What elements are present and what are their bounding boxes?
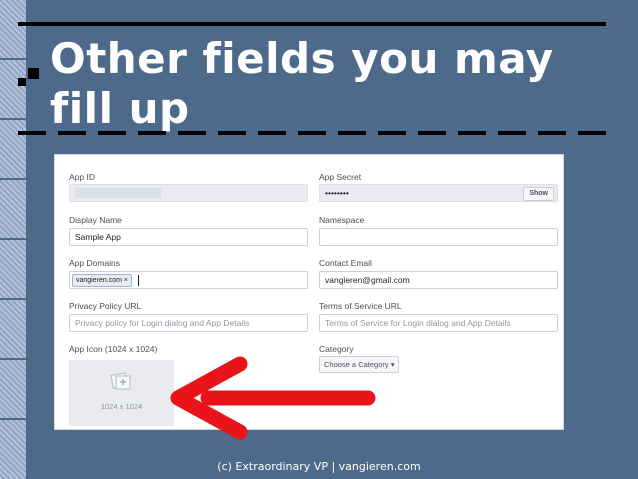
app-secret-value: •••••••• [325, 188, 349, 198]
top-rule [18, 22, 606, 26]
app-icon-label: App Icon (1024 x 1024) [69, 344, 158, 354]
dashed-rule [18, 131, 606, 135]
app-domains-input[interactable]: vangieren.com × [69, 271, 308, 289]
strip-divider [0, 298, 26, 300]
app-icon-size-text: 1024 x 1024 [100, 402, 143, 411]
privacy-policy-placeholder: Privacy policy for Login dialog and App … [75, 318, 250, 328]
title-bullet-square-small [18, 78, 26, 86]
app-icon-dropzone[interactable]: 1024 x 1024 [69, 360, 174, 426]
contact-email-label: Contact Email [319, 258, 372, 268]
app-secret-label: App Secret [319, 172, 362, 182]
strip-divider [0, 418, 26, 420]
strip-divider [0, 178, 26, 180]
terms-of-service-placeholder: Terms of Service for Login dialog and Ap… [325, 318, 511, 328]
privacy-policy-label: Privacy Policy URL [69, 301, 142, 311]
app-id-label: App ID [69, 172, 95, 182]
strip-divider [0, 358, 26, 360]
app-domains-label: App Domains [69, 258, 121, 268]
red-arrow-annotation [170, 356, 376, 440]
privacy-policy-input[interactable]: Privacy policy for Login dialog and App … [69, 314, 308, 332]
display-name-label: Display Name [69, 215, 122, 225]
strip-divider [0, 58, 26, 60]
slide-title: Other fields you may fill up [50, 34, 554, 133]
image-upload-icon [110, 372, 131, 390]
title-bullet-square [28, 68, 39, 79]
namespace-label: Namespace [319, 215, 365, 225]
display-name-input[interactable]: Sample App [69, 228, 308, 246]
strip-divider [0, 118, 26, 120]
strip-divider [0, 238, 26, 240]
app-id-redacted [75, 188, 161, 198]
slide-footer: (c) Extraordinary VP | vangieren.com [217, 460, 421, 473]
namespace-input[interactable] [319, 228, 558, 246]
text-caret [137, 275, 139, 286]
app-secret-field: •••••••• Show [319, 184, 558, 202]
domain-token[interactable]: vangieren.com × [72, 274, 132, 287]
left-decorative-strip [0, 0, 26, 479]
contact-email-input[interactable]: vangieren@gmail.com [319, 271, 558, 289]
terms-of-service-input[interactable]: Terms of Service for Login dialog and Ap… [319, 314, 558, 332]
terms-of-service-label: Terms of Service URL [319, 301, 402, 311]
app-id-field-bg [69, 184, 308, 202]
show-secret-button[interactable]: Show [523, 187, 554, 201]
